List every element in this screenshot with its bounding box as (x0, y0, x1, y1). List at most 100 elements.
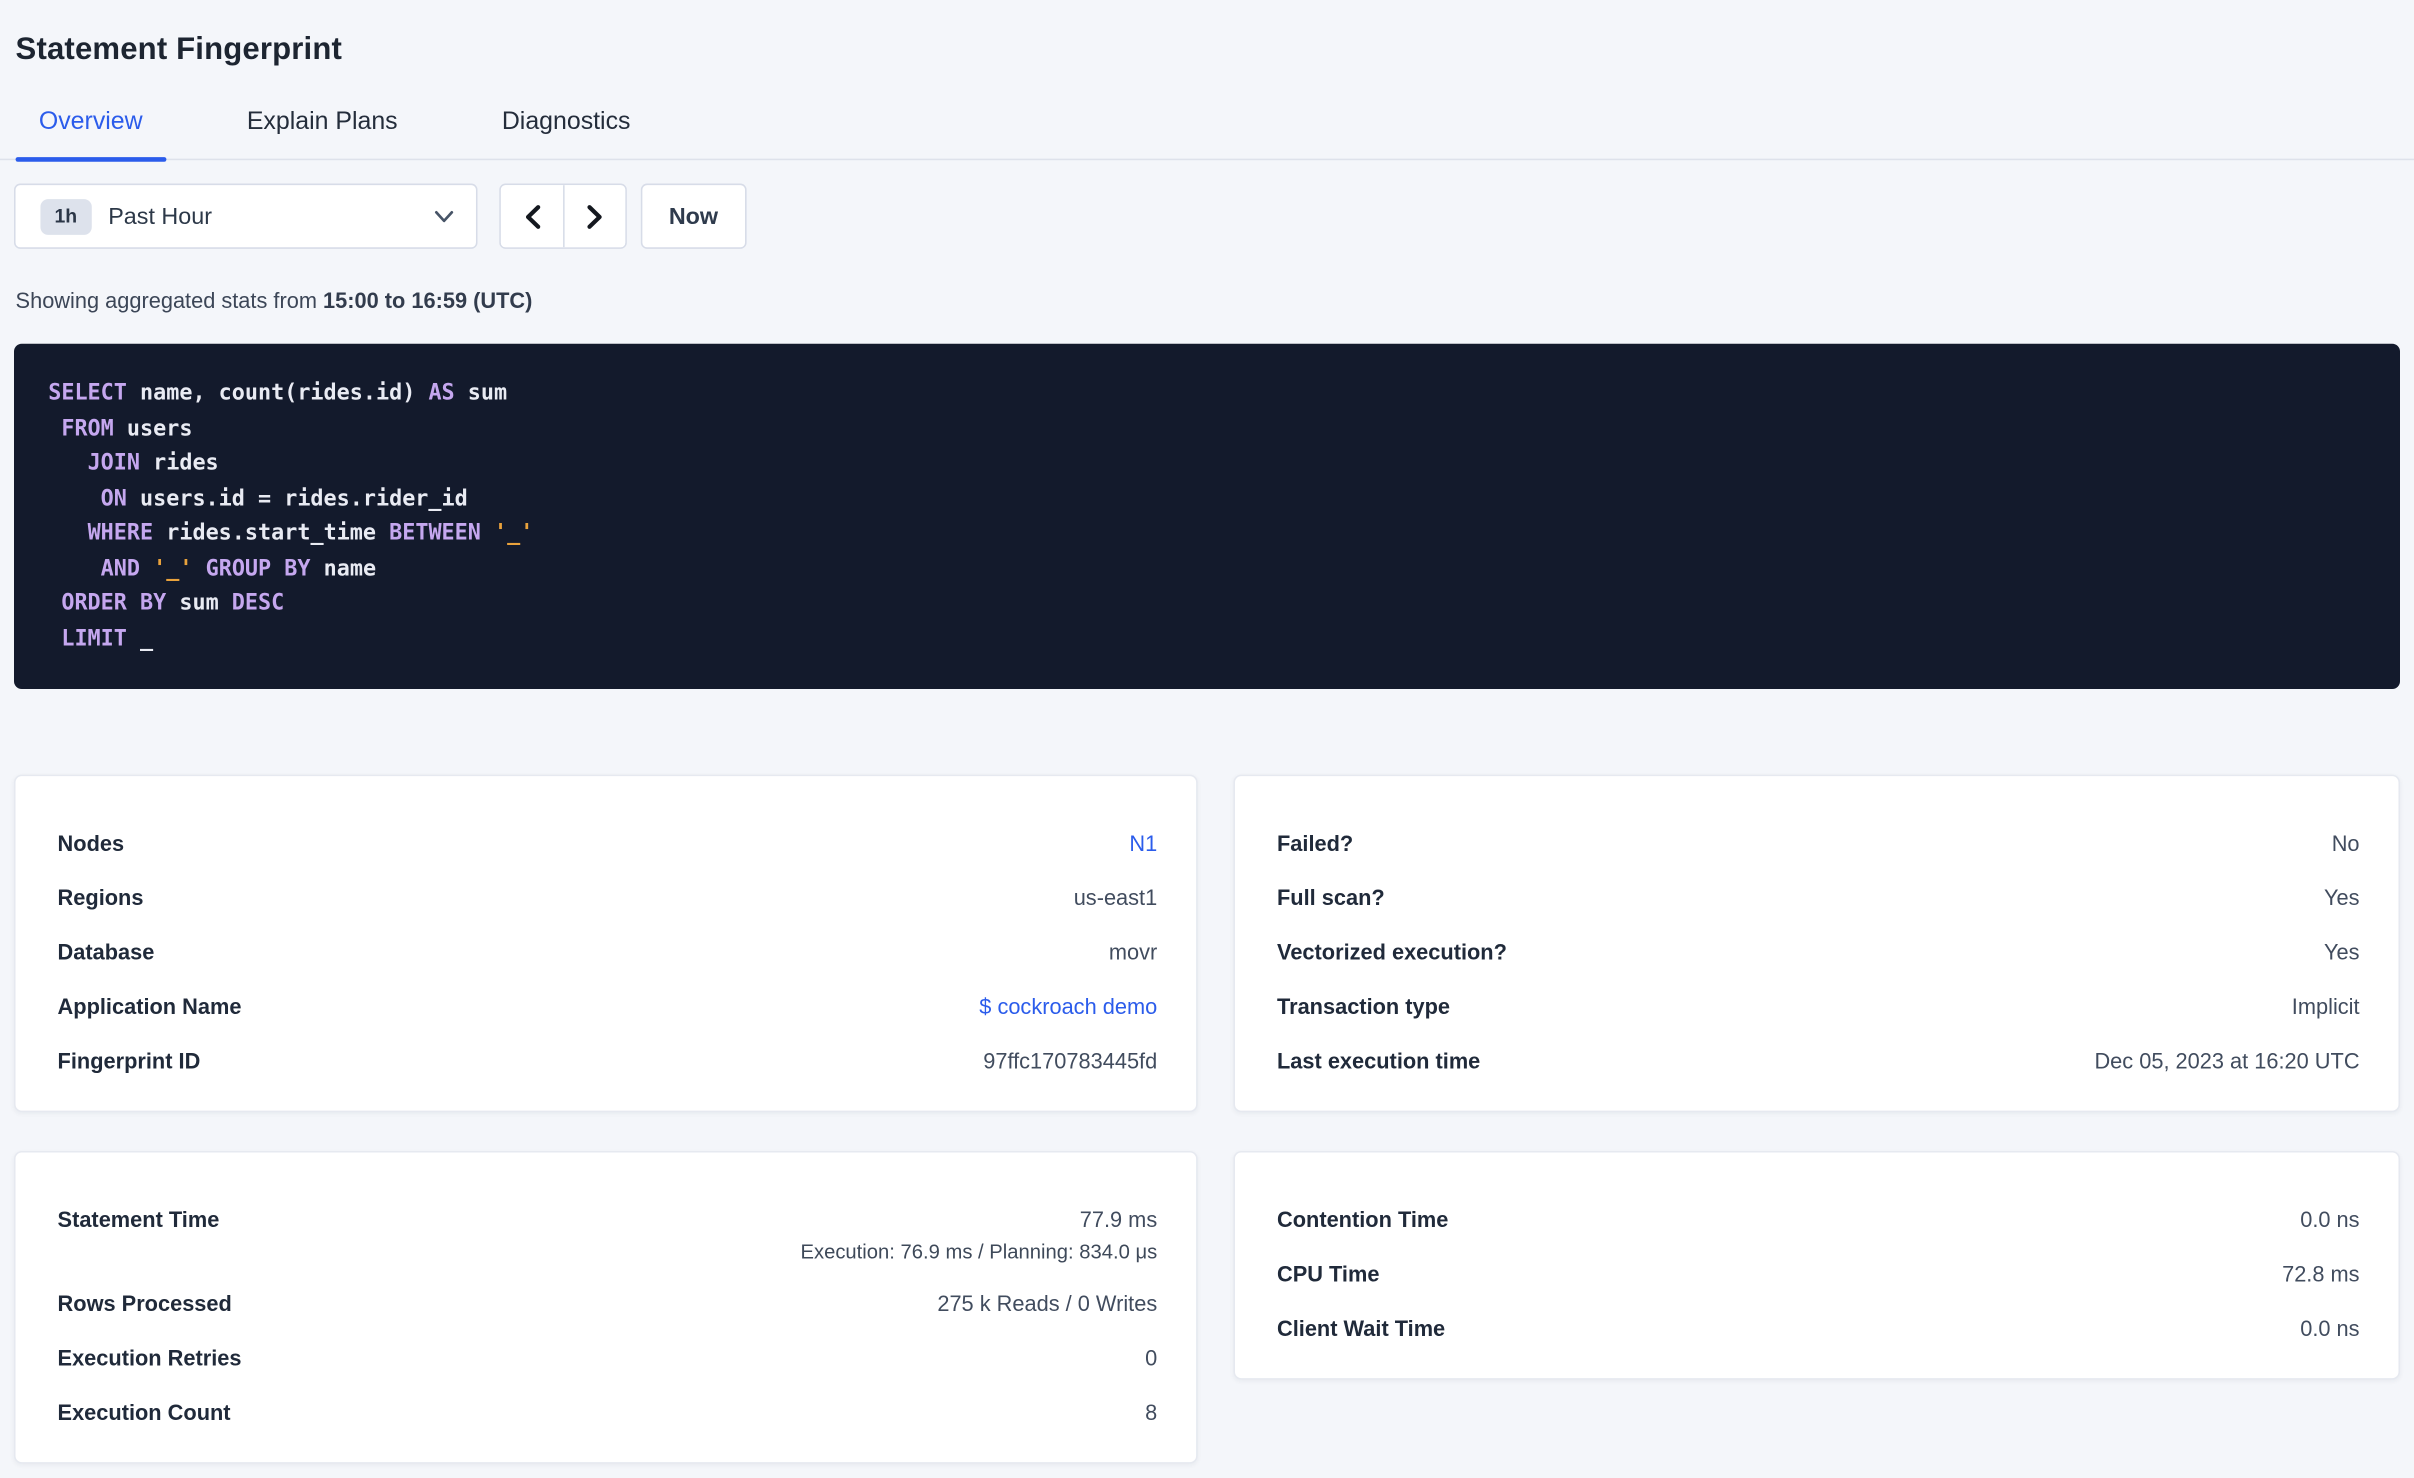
stat-value: 77.9 ms (1079, 1206, 1158, 1232)
stat-row: Contention Time 0.0 ns (1277, 1193, 2360, 1247)
aggregated-stats-text: Showing aggregated stats from 15:00 to 1… (16, 288, 2414, 313)
tab-bar: Overview Explain Plans Diagnostics (0, 107, 2414, 162)
stat-row: Failed? No (1277, 817, 2360, 871)
stat-value-wrap: No (2332, 829, 2360, 859)
stat-label: Contention Time (1276, 1206, 1449, 1232)
time-interval-dropdown[interactable]: 1h Past Hour (13, 183, 478, 249)
sql-token: name, count(rides.id) (126, 381, 429, 406)
sql-token: sum (454, 381, 508, 406)
stat-label: Vectorized execution? (1276, 939, 1507, 965)
stat-value-wrap: movr (1109, 938, 1157, 968)
sql-token: WHERE (87, 521, 154, 546)
tab-explain-plans[interactable]: Explain Plans (223, 107, 420, 158)
stat-label: Database (57, 939, 155, 965)
card-statement-timing: Statement Time 77.9 ms Execution: 76.9 ms … (13, 1151, 1198, 1464)
sql-token: GROUP BY (205, 556, 311, 581)
stat-row: Execution Count 8 (58, 1386, 1158, 1440)
sql-token: users (113, 416, 193, 441)
stat-link[interactable]: N1 (1129, 829, 1157, 859)
stat-row: Rows Processed 275 k Reads / 0 Writes (58, 1277, 1158, 1331)
stat-label: CPU Time (1276, 1261, 1380, 1287)
chevron-down-icon (434, 209, 454, 223)
stat-row: Transaction type Implicit (1277, 980, 2360, 1034)
stat-value: 0 (1145, 1345, 1158, 1371)
sql-token: ON (100, 486, 127, 511)
stat-value-wrap: $ cockroach demo (979, 992, 1157, 1022)
stat-row: Nodes N1 (58, 817, 1158, 871)
stat-row: Last execution time Dec 05, 2023 at 16:20… (1277, 1034, 2360, 1088)
prev-interval-button[interactable] (500, 185, 564, 248)
sql-token: JOIN (87, 451, 141, 476)
stat-value: 275 k Reads / 0 Writes (937, 1290, 1158, 1316)
sql-token: SELECT (48, 381, 127, 406)
stat-value: 72.8 ms (2282, 1261, 2360, 1287)
sql-statement-box: SELECT name, count(rides.id) AS sum FROM… (13, 343, 2401, 690)
stat-value: Dec 05, 2023 at 16:20 UTC (2094, 1048, 2360, 1074)
stat-label: Regions (57, 885, 144, 910)
interval-badge: 1h (40, 198, 92, 235)
stat-label: Failed? (1276, 830, 1354, 856)
stat-label: Rows Processed (57, 1290, 232, 1316)
stat-value-wrap: 97ffc170783445fd (983, 1047, 1157, 1077)
stat-value-wrap: 77.9 ms Execution: 76.9 ms / Planning: 83… (800, 1205, 1157, 1264)
sql-token: AS (428, 381, 455, 406)
page-header: Statement Fingerprint (0, 0, 2414, 68)
aggregated-stats-range: 15:00 to 16:59 (UTC) (323, 287, 533, 313)
stat-row: Database movr (58, 925, 1158, 979)
stat-row: Execution Retries 0 (58, 1331, 1158, 1385)
stat-value-wrap: us-east1 (1074, 883, 1158, 913)
sql-line: ON users.id = rides.rider_id (48, 481, 2366, 516)
summary-cards: Nodes N1 Regions us-east1 Database movr Applic… (13, 774, 2401, 1464)
now-button[interactable]: Now (640, 183, 747, 249)
stat-row: Fingerprint ID 97ffc170783445fd (58, 1034, 1158, 1088)
card-statement-flags: Failed? No Full scan? Yes Vectorized executi… (1233, 774, 2401, 1113)
stat-row: Client Wait Time 0.0 ns (1277, 1302, 2360, 1356)
next-interval-button[interactable] (563, 185, 626, 248)
stat-row: Vectorized execution? Yes (1277, 925, 2360, 979)
stat-row: CPU Time 72.8 ms (1277, 1247, 2360, 1301)
sql-token: rides (140, 451, 219, 476)
stat-row: Application Name $ cockroach demo (58, 980, 1158, 1034)
stat-value-wrap: 275 k Reads / 0 Writes (937, 1289, 1157, 1319)
card-statement-meta: Nodes N1 Regions us-east1 Database movr Applic… (13, 774, 1198, 1113)
sql-token: LIMIT (61, 626, 127, 651)
tab-overview[interactable]: Overview (15, 107, 166, 162)
sql-token: name (310, 556, 377, 581)
stat-row: Regions us-east1 (58, 871, 1158, 925)
stat-value-wrap: 0.0 ns (2300, 1205, 2359, 1235)
stat-row: Statement Time 77.9 ms Execution: 76.9 ms … (58, 1193, 1158, 1277)
chevron-left-icon (522, 203, 542, 229)
stat-label: Transaction type (1276, 993, 1451, 1019)
sql-token: BETWEEN (389, 521, 481, 546)
time-pager (499, 183, 627, 249)
sql-line: SELECT name, count(rides.id) AS sum (48, 376, 2366, 411)
stat-value: Implicit (2291, 993, 2360, 1019)
sql-token: users.id = rides.rider_id (126, 486, 468, 511)
stat-value-wrap: N1 (1129, 829, 1157, 859)
stat-label: Fingerprint ID (57, 1048, 201, 1074)
aggregated-stats-prefix: Showing aggregated stats from (15, 287, 324, 313)
stat-label: Execution Retries (57, 1345, 242, 1371)
sql-token: '_' (494, 521, 534, 546)
stat-value-wrap: Dec 05, 2023 at 16:20 UTC (2094, 1047, 2359, 1077)
sql-token: DESC (231, 591, 285, 616)
stat-label: Execution Count (57, 1399, 231, 1425)
tab-diagnostics[interactable]: Diagnostics (479, 107, 654, 158)
stat-value: us-east1 (1073, 885, 1158, 910)
stat-value: 8 (1145, 1399, 1158, 1425)
stat-link[interactable]: $ cockroach demo (979, 992, 1157, 1022)
stat-label: Statement Time (57, 1206, 220, 1232)
stat-value-wrap: Yes (2324, 883, 2360, 913)
stat-value-wrap: 72.8 ms (2282, 1260, 2359, 1290)
sql-token: FROM (61, 416, 114, 441)
stat-value: 0.0 ns (2300, 1315, 2360, 1341)
stat-label: Full scan? (1276, 885, 1385, 910)
sql-code: SELECT name, count(rides.id) AS sum FROM… (48, 376, 2366, 656)
